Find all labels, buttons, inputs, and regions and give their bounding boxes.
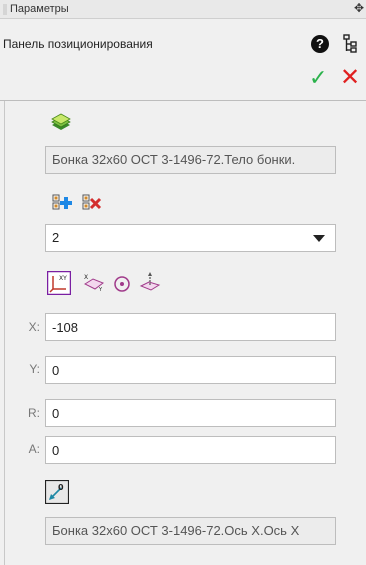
window-titlebar[interactable]: Параметры ✥ — [0, 0, 366, 19]
grip-icon[interactable] — [3, 4, 7, 15]
r-label: R: — [28, 406, 40, 420]
svg-text:Y: Y — [98, 287, 103, 293]
svg-text:X: X — [84, 274, 88, 281]
normal-icon[interactable] — [139, 271, 161, 293]
remove-lcs-icon[interactable] — [81, 193, 103, 215]
cancel-icon[interactable]: ✕ — [340, 66, 360, 90]
svg-text:0: 0 — [58, 483, 64, 492]
add-lcs-icon[interactable] — [51, 193, 73, 215]
ok-icon[interactable]: ✓ — [309, 67, 327, 89]
help-icon[interactable]: ? — [311, 35, 329, 53]
a-input[interactable] — [45, 436, 336, 464]
tree-icon[interactable] — [343, 34, 357, 54]
pin-icon[interactable]: ✥ — [354, 1, 364, 15]
lcs-select-value: 2 — [52, 230, 60, 245]
window-title: Параметры — [10, 3, 69, 15]
x-label: X: — [28, 320, 40, 334]
y-label: Y: — [29, 362, 40, 376]
panel-title: Панель позиционирования — [3, 37, 153, 51]
plane-icon[interactable]: X Y — [83, 272, 105, 294]
panel-header: Панель позиционирования ? ✓ ✕ — [0, 19, 366, 101]
layers-icon[interactable] — [50, 112, 72, 134]
cartesian-icon[interactable]: XY — [47, 271, 71, 295]
point-icon[interactable] — [111, 273, 133, 295]
svg-text:XY: XY — [59, 275, 67, 282]
x-input[interactable] — [45, 313, 336, 341]
y-input[interactable] — [45, 356, 336, 384]
axis-reference-field[interactable]: Бонка 32x60 ОСТ 3-1496-72.Ось X.Ось X — [45, 517, 336, 545]
r-input[interactable] — [45, 399, 336, 427]
a-label: A: — [28, 442, 40, 456]
axis-select-icon[interactable]: 0 — [45, 480, 69, 504]
chevron-down-icon — [313, 235, 325, 242]
lcs-select[interactable]: 2 — [45, 224, 336, 252]
body-reference-field[interactable]: Бонка 32x60 ОСТ 3-1496-72.Тело бонки. — [45, 146, 336, 174]
